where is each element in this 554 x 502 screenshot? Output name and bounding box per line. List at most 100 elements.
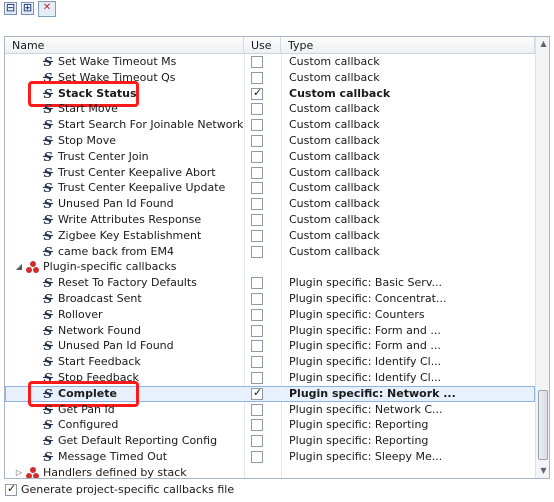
table-row[interactable]: S Get Pan Id Plugin specific: Network C... (5, 402, 535, 418)
use-checkbox[interactable] (251, 245, 263, 258)
column-header-type[interactable]: Type (281, 37, 535, 54)
table-row[interactable]: S Write Attributes Response Custom callbac… (5, 212, 535, 228)
callback-name: came back from EM4 (58, 244, 174, 258)
type-cell: Custom callback (289, 165, 380, 179)
scroll-up-icon[interactable]: ▲ (536, 37, 549, 51)
use-checkbox[interactable] (251, 135, 263, 147)
callback-name: Start Feedback (58, 355, 141, 369)
tree-group-row[interactable]: ◢ Plugin-specific callbacks (5, 259, 535, 275)
tree-group-row[interactable]: ▷ Handlers defined by stack (5, 465, 535, 478)
use-checkbox[interactable] (251, 403, 263, 416)
callback-s-icon: S (43, 118, 53, 133)
scroll-down-icon[interactable]: ▼ (536, 464, 549, 478)
table-row[interactable]: S Zigbee Key Establishment Custom callback (5, 228, 535, 244)
callback-s-icon: S (43, 323, 53, 338)
use-checkbox[interactable] (251, 103, 263, 116)
use-checkbox[interactable] (251, 340, 263, 353)
table-row[interactable]: S Unused Pan Id Found Plugin specific: For… (5, 338, 535, 354)
use-checkbox[interactable] (251, 182, 263, 195)
table-row[interactable]: S Start Move Custom callback (5, 101, 535, 117)
scrollbar-thumb[interactable] (538, 390, 548, 460)
name-cell: S Get Default Reporting Config (5, 433, 244, 449)
use-cell (244, 196, 281, 212)
table-row[interactable]: S Network Found Plugin specific: Form and … (5, 323, 535, 339)
use-checkbox[interactable] (251, 150, 263, 163)
name-cell: S Start Move (5, 101, 244, 117)
use-checkbox[interactable] (251, 214, 263, 226)
use-checkbox[interactable] (251, 451, 263, 463)
type-cell: Custom callback (289, 181, 380, 195)
type-cell: Plugin specific: Sleepy Me... (289, 450, 443, 463)
table-row[interactable]: Scame back from EM4 Custom callback (5, 244, 535, 260)
name-cell: S Unused Pan Id Found (5, 196, 244, 212)
use-checkbox[interactable] (251, 435, 263, 448)
table-row[interactable]: S Set Wake Timeout Ms Custom callback (5, 54, 535, 70)
table-row[interactable]: S Stop Move Custom callback (5, 133, 535, 149)
use-checkbox[interactable] (251, 198, 263, 211)
name-cell: S Get Pan Id (5, 402, 244, 418)
use-cell (244, 212, 281, 228)
use-checkbox[interactable] (251, 308, 263, 321)
use-checkbox[interactable] (251, 293, 263, 305)
type-cell: Plugin specific: Identify Cl... (289, 355, 442, 369)
name-cell: S Trust Center Keepalive Abort (5, 165, 244, 181)
type-cell: Custom callback (289, 213, 380, 226)
use-cell (244, 149, 281, 165)
use-checkbox[interactable] (251, 324, 263, 337)
use-cell (244, 386, 281, 402)
table-row[interactable]: S Reset To Factory Defaults Plugin specifi… (5, 275, 535, 291)
use-checkbox[interactable] (251, 86, 263, 100)
table-row[interactable]: S Trust Center Join Custom callback (5, 149, 535, 165)
table-row[interactable]: S Start Search For Joinable Network Custom… (5, 117, 535, 133)
collapse-arrow-icon[interactable]: ◢ (14, 259, 24, 275)
filter-toggle-button[interactable]: ✕ (38, 1, 56, 17)
column-header-use[interactable]: Use (244, 37, 281, 54)
callback-s-icon: S (43, 355, 53, 370)
callbacks-table: Name Use Type S Set Wake Timeout Ms Custom… (4, 36, 550, 479)
use-checkbox[interactable] (251, 56, 263, 68)
use-cell (244, 323, 281, 339)
callback-name: Unused Pan Id Found (58, 197, 174, 211)
use-cell (244, 402, 281, 418)
name-cell: S Write Attributes Response (5, 212, 244, 228)
type-cell: Custom callback (289, 102, 380, 116)
expand-arrow-icon[interactable]: ▷ (14, 465, 24, 478)
generate-callbacks-label: Generate project-specific callbacks file (21, 483, 235, 496)
table-row[interactable]: S Broadcast Sent Plugin specific: Concentr… (5, 291, 535, 307)
type-cell: Custom callback (289, 149, 380, 163)
use-checkbox[interactable] (251, 419, 263, 432)
table-row[interactable]: S Configured Plugin specific: Reporting (5, 417, 535, 433)
callback-name: Rollover (58, 307, 103, 321)
use-checkbox[interactable] (251, 166, 263, 179)
table-row[interactable]: S Get Default Reporting Config Plugin spec… (5, 433, 535, 449)
collapse-all-button[interactable]: ⊟ (4, 1, 17, 15)
table-row[interactable]: S Trust Center Keepalive Abort Custom call… (5, 165, 535, 181)
column-header-name[interactable]: Name (5, 37, 244, 54)
callback-name: Write Attributes Response (58, 213, 202, 226)
use-checkbox[interactable] (251, 356, 263, 369)
type-cell: Plugin specific: Counters (289, 307, 425, 321)
use-checkbox[interactable] (251, 71, 263, 84)
table-row[interactable]: S Unused Pan Id Found Custom callback (5, 196, 535, 212)
expand-all-button[interactable]: ⊞ (21, 1, 34, 15)
table-row[interactable]: S Rollover Plugin specific: Counters (5, 307, 535, 323)
table-row[interactable]: S Start Feedback Plugin specific: Identify… (5, 354, 535, 370)
name-cell: S Reset To Factory Defaults (5, 275, 244, 291)
use-cell (244, 354, 281, 370)
vertical-scrollbar[interactable]: ▲ ▼ (535, 37, 549, 478)
callback-s-icon: S (43, 213, 53, 227)
use-checkbox[interactable] (251, 372, 263, 384)
callback-s-icon: S (43, 228, 53, 243)
use-checkbox[interactable] (251, 229, 263, 242)
use-checkbox[interactable] (251, 386, 263, 400)
callback-name: Set Wake Timeout Ms (58, 55, 177, 68)
callback-s-icon: S (43, 165, 53, 180)
use-cell (244, 433, 281, 449)
table-row[interactable]: S Trust Center Keepalive Update Custom cal… (5, 180, 535, 196)
generate-callbacks-checkbox[interactable] (5, 482, 17, 496)
callback-name: Stop Move (58, 134, 117, 147)
use-checkbox[interactable] (251, 277, 263, 290)
table-row[interactable]: S Message Timed Out Plugin specific: Sleep… (5, 449, 535, 465)
use-checkbox[interactable] (251, 119, 263, 132)
callback-s-icon: S (43, 197, 53, 212)
